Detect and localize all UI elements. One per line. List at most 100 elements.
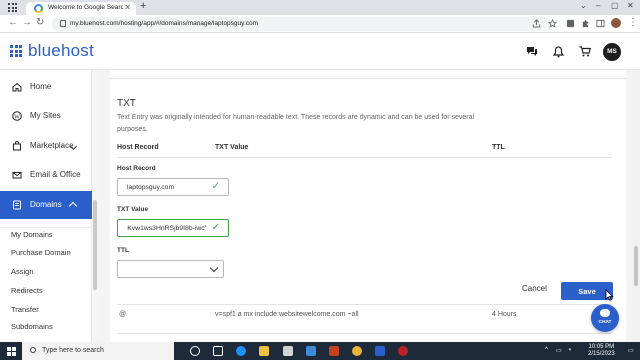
file-explorer-icon[interactable] bbox=[259, 346, 269, 356]
svg-text:W: W bbox=[14, 114, 20, 120]
user-avatar[interactable]: MS bbox=[603, 43, 621, 61]
bookmark-star-icon[interactable] bbox=[548, 19, 557, 28]
volume-icon[interactable]: ◖ bbox=[568, 347, 572, 353]
mail-app-icon[interactable] bbox=[306, 346, 316, 356]
close-tab-icon[interactable]: ✕ bbox=[124, 3, 131, 12]
ttl-select[interactable] bbox=[117, 260, 224, 278]
app-icon[interactable] bbox=[375, 346, 385, 356]
cortana-icon[interactable] bbox=[190, 346, 200, 356]
txt-value-label: TXT Value bbox=[117, 206, 149, 213]
txt-value-text: 'Kvw1ws3HnRSjb9I8b-iwc bbox=[127, 225, 206, 232]
divider bbox=[110, 78, 626, 79]
clock-time: 10:05 PM bbox=[588, 344, 615, 350]
chevron-down-icon bbox=[209, 263, 219, 273]
windows-start-icon[interactable] bbox=[7, 347, 16, 356]
google-favicon-icon bbox=[34, 4, 43, 13]
puzzle-icon[interactable] bbox=[581, 19, 590, 28]
submenu-my-domains[interactable]: My Domains bbox=[11, 230, 53, 239]
reload-icon[interactable]: ↻ bbox=[36, 17, 44, 28]
checkmark-icon: ✓ bbox=[211, 181, 220, 192]
sidebar-item-email-office[interactable]: Email & Office bbox=[0, 165, 92, 185]
logo-text[interactable]: bluehost bbox=[28, 41, 94, 61]
checkmark-icon: ✓ bbox=[211, 222, 220, 233]
maximize-icon[interactable]: ▢ bbox=[611, 1, 619, 10]
task-view-icon[interactable] bbox=[213, 346, 223, 356]
opera-icon[interactable] bbox=[398, 346, 408, 356]
ttl-label: TTL bbox=[117, 247, 129, 254]
apps-grid-icon[interactable] bbox=[8, 3, 17, 12]
submenu-subdomains[interactable]: Subdomains bbox=[11, 322, 53, 331]
sidebar-item-home[interactable]: Home bbox=[0, 77, 92, 97]
record-ttl-cell: 4 Hours bbox=[492, 311, 517, 318]
mail-icon bbox=[12, 172, 22, 179]
submenu-assign[interactable]: Assign bbox=[11, 267, 34, 276]
minimize-icon[interactable]: – bbox=[596, 1, 600, 10]
sidebar-item-label: Email & Office bbox=[30, 170, 81, 179]
kebab-menu-icon[interactable]: ⋮ bbox=[628, 17, 638, 28]
scrollbar-thumb[interactable] bbox=[634, 246, 638, 286]
submenu-transfer[interactable]: Transfer bbox=[11, 305, 39, 314]
url-field[interactable]: my.bluehost.com/hosting/app/#/domains/ma… bbox=[52, 17, 552, 31]
record-value-cell: v=spf1 a mx include:websitewelcome.com ~… bbox=[215, 311, 359, 318]
extension-icon[interactable] bbox=[566, 19, 575, 28]
sidebar-item-label: My Sites bbox=[30, 111, 61, 120]
bluehost-logo-icon bbox=[10, 45, 22, 57]
bag-icon bbox=[13, 141, 21, 151]
edge-icon[interactable] bbox=[236, 346, 246, 356]
back-icon[interactable]: ← bbox=[8, 17, 18, 28]
chat-label: CHAT bbox=[598, 320, 612, 325]
sidebar-item-domains[interactable]: Domains bbox=[0, 191, 92, 219]
profile-avatar-icon[interactable] bbox=[611, 18, 621, 28]
divider bbox=[117, 333, 612, 334]
notifications-bell-icon[interactable] bbox=[553, 46, 564, 58]
clock-date: 2/15/2023 bbox=[588, 351, 615, 357]
column-header-ttl: TTL bbox=[492, 144, 505, 151]
divider bbox=[0, 227, 92, 228]
txt-value-field[interactable]: 'Kvw1ws3HnRSjb9I8b-iwc ✓ bbox=[117, 219, 229, 237]
chat-support-icon[interactable] bbox=[526, 46, 538, 57]
sidepanel-icon[interactable] bbox=[596, 19, 605, 28]
main-content: TXT Text Entry was originally intended f… bbox=[98, 70, 632, 342]
sidebar-item-marketplace[interactable]: Marketplace bbox=[0, 136, 92, 156]
cancel-button[interactable]: Cancel bbox=[522, 284, 547, 293]
host-record-label: Host Record bbox=[117, 165, 156, 172]
notification-center-icon[interactable]: ▭ bbox=[628, 347, 634, 354]
share-icon[interactable] bbox=[532, 19, 541, 28]
url-text: my.bluehost.com/hosting/app/#/domains/ma… bbox=[70, 20, 259, 27]
store-icon[interactable] bbox=[283, 346, 293, 356]
main-scrollbar[interactable] bbox=[632, 70, 640, 342]
domains-icon bbox=[13, 200, 21, 210]
record-type-description: Text Entry was originally intended for h… bbox=[117, 114, 475, 133]
chrome-icon[interactable] bbox=[352, 346, 362, 356]
cart-icon[interactable] bbox=[579, 46, 591, 57]
record-host-cell: @ bbox=[119, 311, 127, 318]
tray-chevron-up-icon[interactable]: ^ bbox=[545, 347, 548, 353]
app-header: bluehost MS bbox=[0, 33, 640, 70]
taskbar-clock[interactable]: 10:05 PM 2/15/2023 bbox=[588, 344, 615, 358]
submenu-redirects[interactable]: Redirects bbox=[11, 286, 43, 295]
divider bbox=[117, 157, 612, 158]
browser-tab[interactable]: Welcome to Google Search Cons ✕ bbox=[26, 2, 136, 15]
sidebar-item-label: Marketplace bbox=[30, 141, 74, 150]
scrollbar-thumb[interactable] bbox=[93, 200, 97, 290]
powerpoint-icon[interactable] bbox=[329, 346, 339, 356]
chat-button[interactable]: CHAT bbox=[591, 304, 619, 332]
network-icon[interactable]: ▭ bbox=[556, 347, 562, 354]
taskbar-search-box[interactable]: Type here to search bbox=[22, 342, 174, 360]
chevron-down-icon[interactable]: ⌄ bbox=[580, 1, 587, 10]
dns-record-card: TXT Text Entry was originally intended f… bbox=[110, 70, 626, 342]
column-header-txt-value: TXT Value bbox=[215, 144, 249, 151]
sidebar: Home W My Sites Marketplace Email & Offi… bbox=[0, 70, 92, 342]
new-tab-button[interactable]: + bbox=[140, 0, 146, 12]
close-window-icon[interactable]: ✕ bbox=[627, 1, 634, 10]
search-icon bbox=[30, 347, 36, 353]
submenu-purchase-domain[interactable]: Purchase Domain bbox=[11, 248, 71, 257]
sidebar-item-my-sites[interactable]: W My Sites bbox=[0, 106, 92, 126]
tab-title: Welcome to Google Search Cons bbox=[48, 4, 123, 11]
forward-icon[interactable]: → bbox=[22, 17, 32, 28]
host-record-field[interactable]: laptopsguy.com ✓ bbox=[117, 178, 229, 196]
sidebar-item-label: Domains bbox=[30, 200, 62, 209]
address-bar: ← → ↻ my.bluehost.com/hosting/app/#/doma… bbox=[0, 15, 640, 33]
taskbar-search-placeholder: Type here to search bbox=[42, 347, 104, 354]
divider bbox=[117, 304, 612, 305]
